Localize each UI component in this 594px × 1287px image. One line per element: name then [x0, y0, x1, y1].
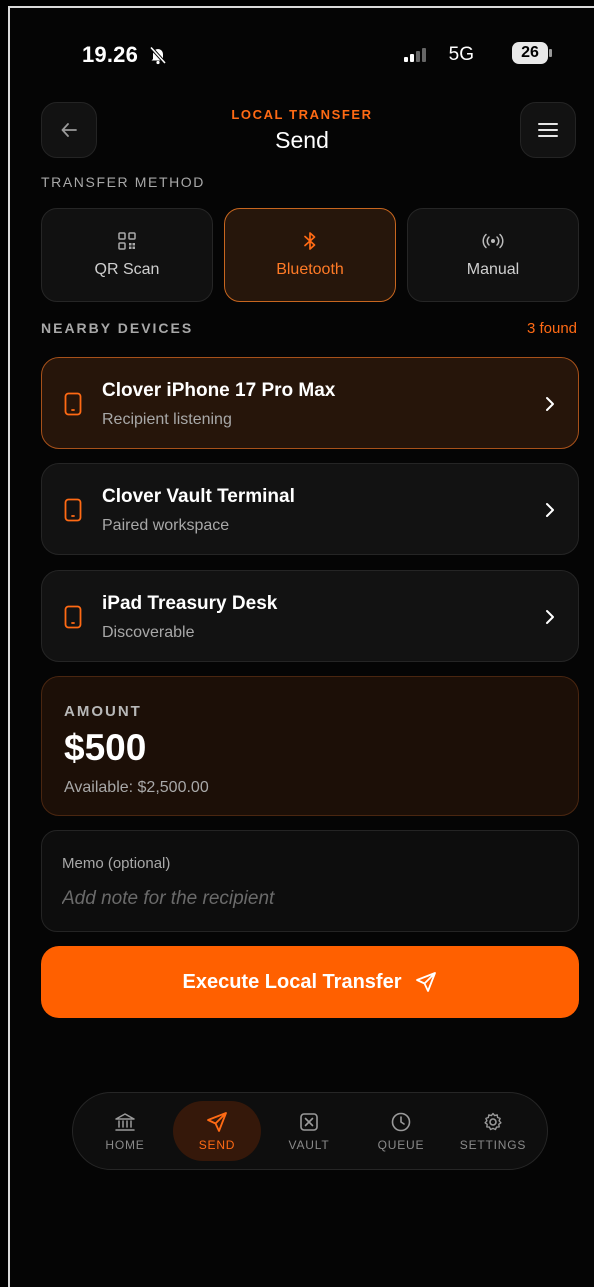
devices-found-count: 3 found: [526, 320, 577, 337]
available-balance: Available: $2,500.00: [64, 779, 209, 796]
nav-label: QUEUE: [377, 1138, 425, 1152]
transfer-method-label: TRANSFER METHOD: [41, 174, 205, 190]
method-bluetooth[interactable]: Bluetooth: [224, 208, 396, 302]
method-qr-scan[interactable]: QR Scan: [41, 208, 213, 302]
nearby-devices-label: NEARBY DEVICES: [41, 320, 194, 336]
send-icon: [416, 972, 437, 992]
amount-card[interactable]: AMOUNT $500 Available: $2,500.00: [41, 676, 579, 816]
phone-icon: [64, 392, 82, 416]
device-item[interactable]: Clover Vault Terminal Paired workspace: [41, 463, 579, 555]
vault-icon: [300, 1113, 318, 1131]
nav-label: HOME: [105, 1138, 145, 1152]
device-status: Paired workspace: [102, 517, 230, 534]
nav-home[interactable]: HOME: [81, 1101, 169, 1161]
nav-label: SEND: [198, 1138, 236, 1152]
method-label: Manual: [466, 261, 520, 278]
method-label: Bluetooth: [276, 261, 344, 278]
menu-button[interactable]: [520, 102, 576, 158]
nav-settings[interactable]: SETTINGS: [449, 1101, 537, 1161]
device-name: iPad Treasury Desk: [102, 593, 278, 614]
execute-transfer-label: Execute Local Transfer: [182, 970, 402, 993]
hamburger-icon: [538, 123, 558, 137]
chevron-right-icon: [546, 397, 554, 411]
chevron-right-icon: [546, 610, 554, 624]
device-name: Clover iPhone 17 Pro Max: [102, 380, 336, 401]
page-title: Send: [275, 127, 329, 153]
device-item[interactable]: iPad Treasury Desk Discoverable: [41, 570, 579, 662]
device-item[interactable]: Clover iPhone 17 Pro Max Recipient liste…: [41, 357, 579, 449]
signal-icon: [404, 48, 426, 62]
status-time: 19.26: [82, 42, 139, 67]
bluetooth-icon: [304, 232, 316, 250]
amount-label: AMOUNT: [64, 703, 142, 720]
bottom-nav: HOME SEND VAULT QUEUE SETTINGS: [72, 1092, 548, 1170]
silent-bell-icon: [149, 46, 167, 65]
battery-tip: [549, 49, 552, 57]
memo-input[interactable]: [62, 885, 542, 913]
memo-card: Memo (optional): [41, 830, 579, 932]
nav-send[interactable]: SEND: [173, 1101, 261, 1161]
device-status: Recipient listening: [102, 411, 232, 428]
battery-indicator: 26: [512, 42, 548, 64]
method-manual[interactable]: Manual: [407, 208, 579, 302]
phone-icon: [64, 605, 82, 629]
device-name: Clover Vault Terminal: [102, 486, 295, 507]
memo-label: Memo (optional): [62, 855, 171, 872]
phone-icon: [64, 498, 82, 522]
header-eyebrow: LOCAL TRANSFER: [231, 107, 373, 122]
nav-queue[interactable]: QUEUE: [357, 1101, 445, 1161]
nav-vault[interactable]: VAULT: [265, 1101, 353, 1161]
nav-label: VAULT: [288, 1138, 330, 1152]
execute-transfer-button[interactable]: Execute Local Transfer: [41, 946, 579, 1018]
network-type: 5G: [448, 44, 474, 65]
gear-icon: [484, 1112, 502, 1131]
status-bar: 19.26 5G 26: [82, 42, 554, 72]
bank-icon: [115, 1113, 135, 1131]
broadcast-icon: [482, 233, 504, 249]
clock-icon: [391, 1112, 411, 1132]
chevron-right-icon: [546, 503, 554, 517]
qr-code-icon: [118, 232, 136, 250]
app-screen: 19.26 5G 26 LOCAL TRANSFER Send TRANSFER…: [8, 6, 594, 1287]
amount-value[interactable]: $500: [64, 727, 146, 769]
device-status: Discoverable: [102, 624, 195, 641]
send-icon: [207, 1112, 227, 1132]
nav-label: SETTINGS: [459, 1138, 527, 1152]
method-label: QR Scan: [94, 261, 160, 278]
